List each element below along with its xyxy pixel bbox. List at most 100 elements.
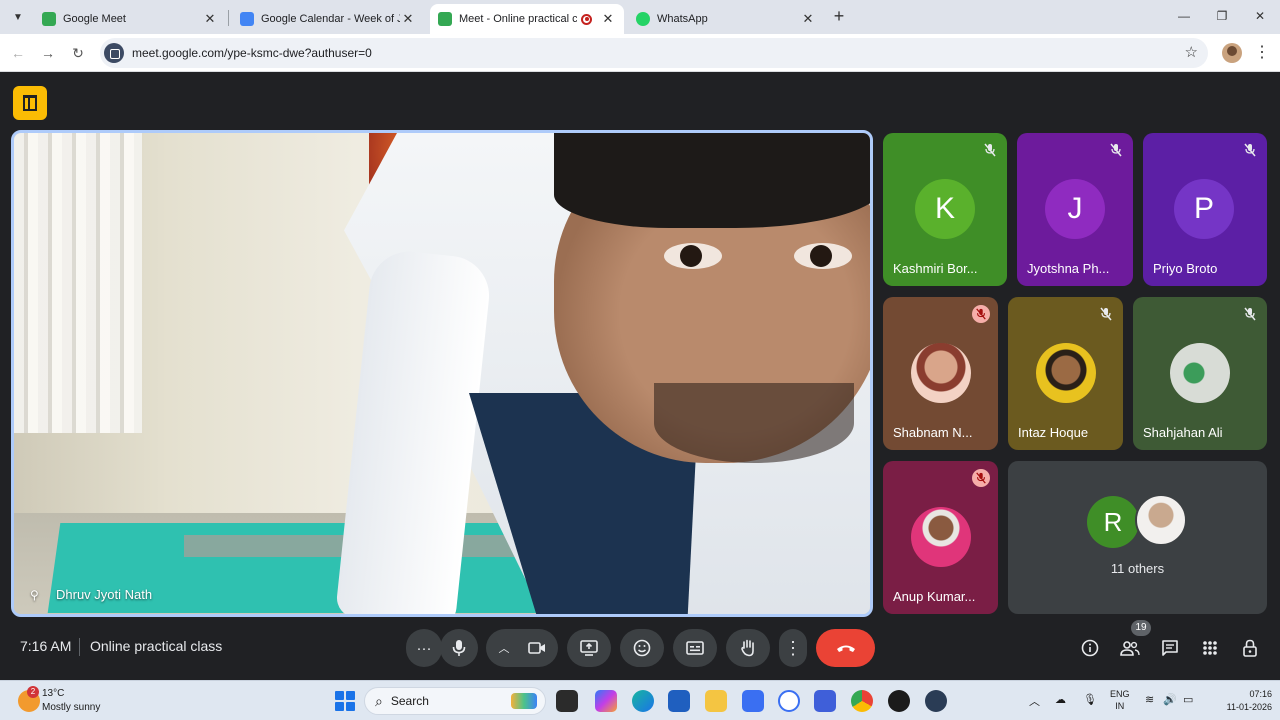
volume-icon[interactable]: 🔊 [1163,693,1177,706]
tab-title: Google Calendar - Week of Jan [261,13,400,25]
tab-title: WhatsApp [657,13,708,25]
teams-icon[interactable] [742,690,764,712]
leave-call-button[interactable] [816,629,875,667]
close-window-icon[interactable]: ✕ [1248,6,1272,26]
wifi-icon[interactable]: ≋ [1145,693,1154,706]
participant-count-badge: 19 [1131,620,1151,636]
forward-arrow-icon[interactable]: → [37,42,59,64]
tab-google-meet[interactable]: Google Meet ✕ [34,4,226,34]
system-date: 11-01-2026 [1226,702,1272,712]
file-explorer-icon[interactable] [705,690,727,712]
main-speaker-video[interactable]: ⚲ Dhruv Jyoti Nath [11,130,873,617]
muted-mic-icon [1241,141,1259,159]
language-code: ENG [1110,689,1130,699]
copilot-icon[interactable] [595,690,617,712]
raise-hand-button[interactable] [726,629,770,667]
close-tab-icon[interactable]: ✕ [600,11,616,27]
url-text[interactable]: meet.google.com/ype-ksmc-dwe?authuser=0 [132,46,372,60]
people-icon[interactable] [1119,637,1141,659]
task-view-icon[interactable] [556,690,578,712]
participant-tile[interactable]: K Kashmiri Bor... [883,133,1007,286]
tab-title: Meet - Online practical clas [459,13,577,25]
tab-meet-active[interactable]: Meet - Online practical clas ✕ [430,4,624,34]
minimize-window-icon[interactable]: — [1172,6,1196,26]
browser-tab-strip: ▼ Google Meet ✕ Google Calendar - Week o… [0,0,1280,34]
tab-search-dropdown-icon[interactable]: ▼ [8,7,28,27]
present-screen-button[interactable] [567,629,611,667]
more-options-icon[interactable]: ⋮ [779,629,807,667]
microphone-tray-icon[interactable]: 🎙 [1083,693,1097,706]
weather-temperature[interactable]: 13°C [42,688,64,699]
restore-window-icon[interactable]: ❐ [1210,6,1234,26]
battery-icon[interactable]: ▭ [1183,693,1193,706]
meeting-details-icon[interactable] [1079,637,1101,659]
muted-mic-icon [972,469,990,487]
close-tab-icon[interactable]: ✕ [202,11,218,27]
participant-tile[interactable]: P Priyo Broto [1143,133,1267,286]
tab-google-calendar[interactable]: Google Calendar - Week of Jan ✕ [232,4,424,34]
participant-name: Shabnam N... [893,425,973,440]
camera-button[interactable]: ︿ [486,629,558,667]
bookmark-star-icon[interactable]: ☆ [1185,43,1198,61]
address-toolbar: ← → ↻ meet.google.com/ype-ksmc-dwe?authu… [0,34,1280,72]
participant-name: Kashmiri Bor... [893,261,978,276]
new-tab-plus-icon[interactable]: + [829,7,849,27]
meet-control-bar: 7:16 AM Online practical class ··· ︿ ⋮ 1… [0,620,1280,676]
close-tab-icon[interactable]: ✕ [400,11,416,27]
participant-name: Priyo Broto [1153,261,1218,276]
more-options-dots-icon[interactable]: ··· [406,629,442,667]
meet-companion-logo-icon[interactable] [13,86,47,120]
mail-icon[interactable] [814,690,836,712]
region-code: IN [1115,701,1125,711]
host-controls-lock-icon[interactable] [1239,637,1261,659]
reload-icon[interactable]: ↻ [67,42,89,64]
video-person-eye [664,243,722,269]
cloud-sync-icon[interactable]: ☁ [1055,693,1066,706]
pin-icon[interactable]: ⚲ [30,588,44,602]
muted-mic-icon [1097,305,1115,323]
participant-tile[interactable]: Shahjahan Ali [1133,297,1267,450]
participant-tile[interactable]: J Jyotshna Ph... [1017,133,1133,286]
recording-indicator-icon [581,13,592,25]
site-info-icon[interactable] [104,43,124,63]
muted-mic-icon [972,305,990,323]
chrome-browser-icon[interactable] [851,690,873,712]
windows-taskbar: 2 13°C Mostly sunny ⌕ Search ︿ ☁ 🎙 ENG I… [0,680,1280,720]
browser-menu-icon[interactable]: ⋮ [1252,42,1272,64]
captions-button[interactable] [673,629,717,667]
tab-whatsapp[interactable]: WhatsApp ✕ [628,4,824,34]
show-hidden-icons-chevron-icon[interactable]: ︿ [1029,693,1040,709]
obs-recorder-icon[interactable] [888,690,910,712]
microsoft-store-icon[interactable] [668,690,690,712]
meet-stage: ⚲ Dhruv Jyoti Nath K Kashmiri Bor... J J… [0,72,1280,680]
raise-hand-icon [741,639,754,657]
video-camera-icon [527,642,545,654]
address-bar[interactable]: meet.google.com/ype-ksmc-dwe?authuser=0 … [100,38,1208,68]
system-clock[interactable]: 07:16 11-01-2026 [1208,688,1272,714]
input-language-indicator[interactable]: ENG IN [1110,688,1130,712]
profile-avatar[interactable] [1222,43,1242,63]
edge-browser-icon[interactable] [632,690,654,712]
video-person-hair [554,133,870,228]
zoom-like-app-icon[interactable] [925,690,947,712]
chat-icon[interactable] [1159,637,1181,659]
camera-options-chevron-icon[interactable]: ︿ [499,640,510,656]
tab-divider [228,10,229,26]
weather-condition[interactable]: Mostly sunny [42,702,100,713]
muted-mic-icon [1107,141,1125,159]
microphone-button[interactable] [440,629,478,667]
activities-grid-icon[interactable] [1199,637,1221,659]
others-tile[interactable]: R 11 others [1008,461,1267,614]
tab-title: Google Meet [63,13,126,25]
close-tab-icon[interactable]: ✕ [800,11,816,27]
participant-tile[interactable]: Anup Kumar... [883,461,998,614]
meeting-title: Online practical class [90,638,223,654]
participant-tile[interactable]: Intaz Hoque [1008,297,1123,450]
sync-app-icon[interactable] [778,690,800,712]
taskbar-search-box[interactable]: ⌕ Search [364,687,546,715]
participant-tile[interactable]: Shabnam N... [883,297,998,450]
windows-start-icon[interactable] [335,691,355,711]
reactions-button[interactable] [620,629,664,667]
participant-name: Anup Kumar... [893,589,976,604]
back-arrow-icon[interactable]: ← [7,42,29,64]
